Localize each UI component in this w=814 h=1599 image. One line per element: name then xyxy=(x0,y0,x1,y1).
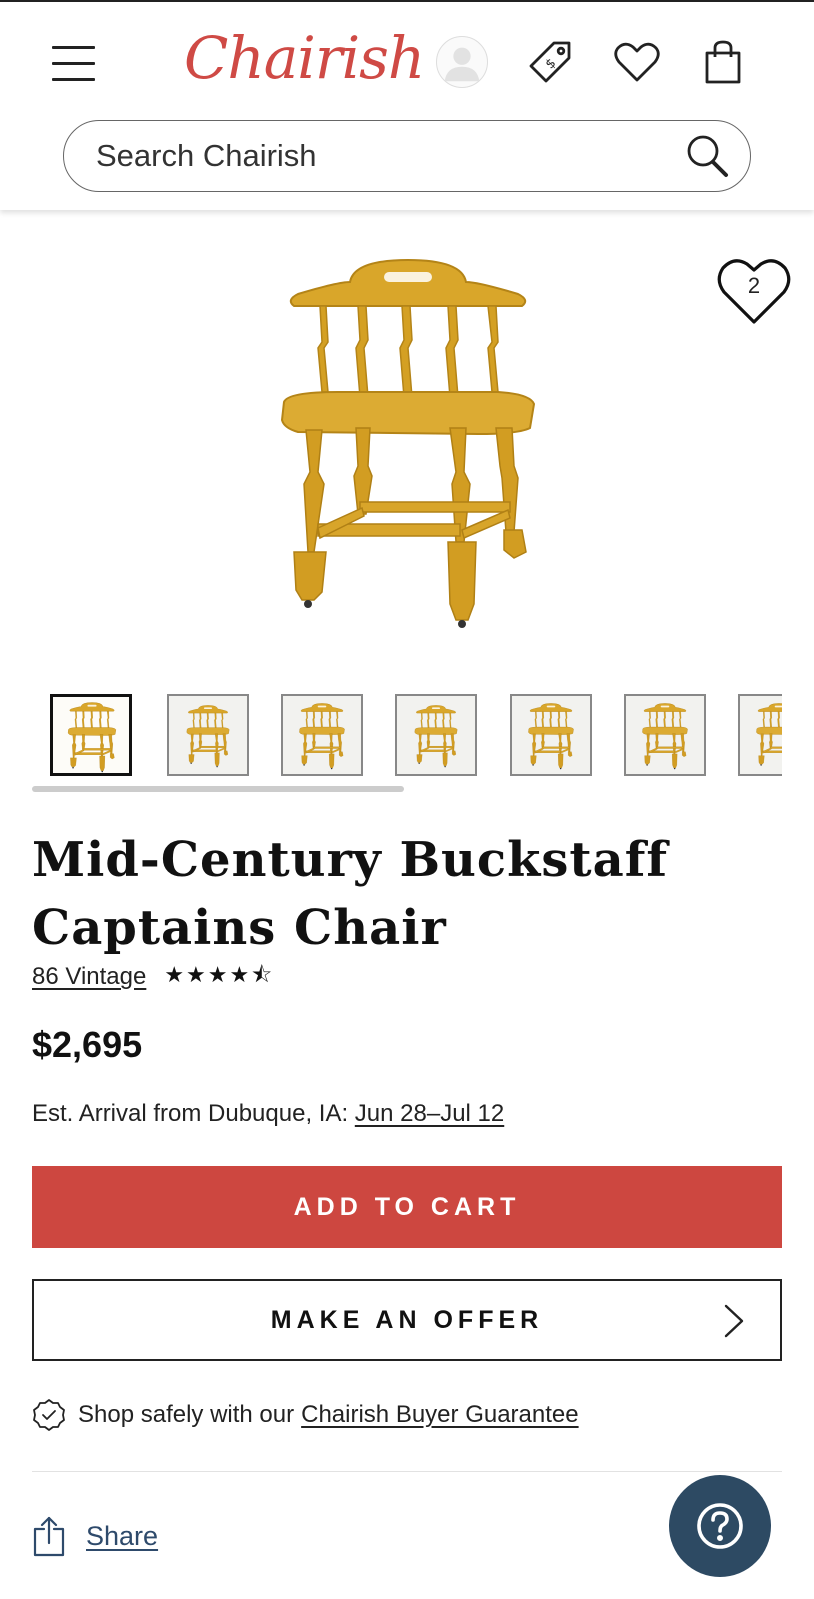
thumbnail-strip xyxy=(50,694,782,776)
search-icon[interactable] xyxy=(682,131,732,181)
make-offer-button[interactable]: MAKE AN OFFER xyxy=(32,1279,782,1361)
add-to-cart-button[interactable]: ADD TO CART xyxy=(32,1166,782,1248)
help-button[interactable] xyxy=(669,1475,771,1577)
favorite-button[interactable]: 2 xyxy=(714,252,794,328)
section-divider xyxy=(32,1471,782,1472)
chairish-logo[interactable]: Chairish xyxy=(184,24,425,92)
arrival-label: Est. Arrival from Dubuque, IA: xyxy=(32,1100,349,1127)
search-input[interactable] xyxy=(96,135,656,177)
product-image-area[interactable] xyxy=(0,212,814,672)
product-main-image xyxy=(281,259,535,629)
thumbnail-scrollbar-thumb[interactable] xyxy=(32,786,404,792)
product-title: Mid-Century Buckstaff Captains Chair xyxy=(32,826,752,962)
question-mark-icon xyxy=(697,1503,743,1549)
price-tag-icon[interactable]: $ xyxy=(524,36,576,88)
thumbnail-4[interactable] xyxy=(395,694,477,776)
thumbnail-2[interactable] xyxy=(167,694,249,776)
heart-icon[interactable] xyxy=(611,36,663,88)
thumbnail-6[interactable] xyxy=(624,694,706,776)
guarantee-prefix: Shop safely with our xyxy=(78,1401,295,1428)
product-title-line-2: Captains Chair xyxy=(32,900,447,956)
rating-stars: ★★★★⯪ xyxy=(164,962,275,987)
check-badge-icon xyxy=(33,1399,65,1431)
thumbnail-scrollbar xyxy=(32,786,782,792)
product-price: $2,695 xyxy=(32,1024,143,1065)
thumbnail-1[interactable] xyxy=(50,694,132,776)
thumbnail-5[interactable] xyxy=(510,694,592,776)
arrival-dates-link[interactable]: Jun 28–Jul 12 xyxy=(355,1100,504,1127)
share-label: Share xyxy=(86,1520,159,1551)
share-button[interactable]: Share xyxy=(32,1512,158,1560)
site-header: Chairish $ xyxy=(0,2,814,210)
thumbnail-3[interactable] xyxy=(281,694,363,776)
seller-link[interactable]: 86 Vintage xyxy=(32,963,146,991)
avatar[interactable] xyxy=(436,36,488,88)
thumbnail-7[interactable] xyxy=(738,694,782,776)
chevron-right-icon xyxy=(724,1304,744,1338)
menu-icon[interactable] xyxy=(52,46,96,82)
make-offer-label: MAKE AN OFFER xyxy=(270,1305,544,1334)
share-icon xyxy=(33,1516,65,1557)
estimated-arrival: Est. Arrival from Dubuque, IA: Jun 28–Ju… xyxy=(32,1100,504,1128)
search-bar xyxy=(63,120,751,192)
buyer-guarantee: Shop safely with our Chairish Buyer Guar… xyxy=(32,1395,579,1435)
product-title-line-1: Mid-Century Buckstaff xyxy=(32,832,668,888)
seller-row: 86 Vintage ★★★★⯪ xyxy=(32,962,274,992)
favorite-count: 2 xyxy=(747,273,761,298)
guarantee-link[interactable]: Chairish Buyer Guarantee xyxy=(301,1401,578,1429)
shopping-bag-icon[interactable] xyxy=(697,36,749,88)
